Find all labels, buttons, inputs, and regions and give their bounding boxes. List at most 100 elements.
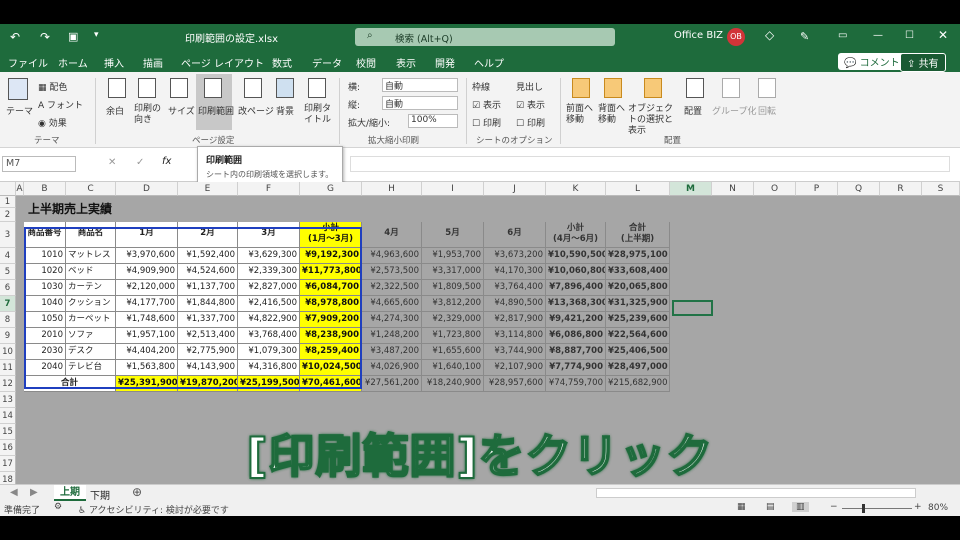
page-layout-view-icon[interactable]: ▤: [766, 502, 775, 512]
table-cell[interactable]: ¥1,655,600: [422, 344, 484, 360]
table-cell[interactable]: ¥4,665,600: [362, 296, 422, 312]
row-header-13[interactable]: 13: [0, 392, 16, 408]
column-header-f[interactable]: F: [238, 182, 300, 196]
horizontal-scrollbar[interactable]: [596, 488, 916, 498]
size-icon[interactable]: [170, 78, 188, 98]
fx-icon[interactable]: fx: [162, 156, 171, 167]
print-area-button[interactable]: 印刷範囲: [196, 74, 234, 130]
table-cell[interactable]: ¥4,963,600: [362, 248, 422, 264]
orientation-icon[interactable]: [138, 78, 156, 98]
row-header-11[interactable]: 11: [0, 360, 16, 376]
column-header-b[interactable]: B: [24, 182, 66, 196]
table-cell[interactable]: ¥4,890,500: [484, 296, 546, 312]
row-header-17[interactable]: 17: [0, 456, 16, 472]
table-cell[interactable]: ¥20,065,800: [606, 280, 670, 296]
column-header-p[interactable]: P: [796, 182, 838, 196]
save-icon[interactable]: ▣: [68, 30, 78, 43]
total-cell[interactable]: ¥74,759,700: [546, 376, 606, 392]
total-cell[interactable]: ¥18,240,900: [422, 376, 484, 392]
column-header-i[interactable]: I: [422, 182, 484, 196]
row-header-15[interactable]: 15: [0, 424, 16, 440]
orientation-label[interactable]: 印刷の向き: [134, 104, 164, 126]
gridlines-view-checkbox[interactable]: ☑ 表示: [472, 98, 501, 111]
zoom-slider[interactable]: [842, 508, 912, 509]
table-cell[interactable]: ¥2,573,500: [362, 264, 422, 280]
column-header-j[interactable]: J: [484, 182, 546, 196]
table-cell[interactable]: ¥31,325,900: [606, 296, 670, 312]
table-cell[interactable]: ¥7,774,900: [546, 360, 606, 376]
table-cell[interactable]: ¥28,497,000: [606, 360, 670, 376]
tab-formulas[interactable]: 数式: [272, 55, 292, 70]
tab-insert[interactable]: 挿入: [104, 55, 124, 70]
table-cell[interactable]: ¥9,421,200: [546, 312, 606, 328]
accessibility-status[interactable]: ♿ アクセシビリティ: 検討が必要です: [78, 503, 229, 516]
tab-help[interactable]: ヘルプ: [474, 55, 504, 70]
table-header-cell[interactable]: 4月: [362, 222, 422, 248]
send-backward-label[interactable]: 背面へ移動: [598, 104, 628, 126]
column-header-e[interactable]: E: [178, 182, 238, 196]
table-header-cell[interactable]: 合計 (上半期): [606, 222, 670, 248]
minimize-icon[interactable]: —: [873, 30, 883, 41]
theme-icon[interactable]: [8, 78, 28, 100]
row-header-2[interactable]: 2: [0, 208, 16, 222]
tab-draw[interactable]: 描画: [143, 55, 163, 70]
table-cell[interactable]: ¥1,640,100: [422, 360, 484, 376]
scroll-left-icon[interactable]: ◀: [10, 487, 18, 498]
headings-print-checkbox[interactable]: ☐ 印刷: [516, 116, 545, 129]
row-header-1[interactable]: 1: [0, 196, 16, 208]
select-all-corner[interactable]: [0, 182, 16, 196]
table-cell[interactable]: ¥25,406,500: [606, 344, 670, 360]
tab-file[interactable]: ファイル: [8, 55, 48, 70]
zoom-slider-thumb[interactable]: [862, 504, 865, 513]
tab-data[interactable]: データ: [312, 55, 342, 70]
table-header-cell[interactable]: 小計 (4月～6月): [546, 222, 606, 248]
tab-home[interactable]: ホーム: [58, 55, 88, 70]
cancel-icon[interactable]: ✕: [108, 157, 116, 168]
table-cell[interactable]: ¥4,274,300: [362, 312, 422, 328]
margins-icon[interactable]: [108, 78, 126, 98]
margins-label[interactable]: 余白: [106, 104, 124, 117]
ribbon-display-icon[interactable]: ▭: [838, 30, 847, 41]
table-cell[interactable]: ¥3,744,900: [484, 344, 546, 360]
column-header-g[interactable]: G: [300, 182, 362, 196]
column-header-s[interactable]: S: [922, 182, 960, 196]
table-cell[interactable]: ¥2,322,500: [362, 280, 422, 296]
row-header-12[interactable]: 12: [0, 376, 16, 392]
column-header-r[interactable]: R: [880, 182, 922, 196]
width-select[interactable]: 自動: [382, 78, 458, 92]
bring-forward-icon[interactable]: [572, 78, 590, 98]
table-cell[interactable]: ¥1,953,700: [422, 248, 484, 264]
zoom-in-icon[interactable]: +: [914, 502, 922, 512]
row-header-6[interactable]: 6: [0, 280, 16, 296]
table-cell[interactable]: ¥3,317,000: [422, 264, 484, 280]
table-header-cell[interactable]: 6月: [484, 222, 546, 248]
table-cell[interactable]: ¥1,809,500: [422, 280, 484, 296]
table-cell[interactable]: ¥10,590,500: [546, 248, 606, 264]
colors-button[interactable]: ▦ 配色: [38, 80, 67, 93]
row-header-18[interactable]: 18: [0, 472, 16, 484]
table-cell[interactable]: ¥7,896,400: [546, 280, 606, 296]
group-icon[interactable]: [722, 78, 740, 98]
rotate-label[interactable]: 回転: [758, 104, 776, 117]
table-header-cell[interactable]: 5月: [422, 222, 484, 248]
enter-icon[interactable]: ✓: [136, 157, 144, 168]
column-header-q[interactable]: Q: [838, 182, 880, 196]
column-header-c[interactable]: C: [66, 182, 116, 196]
background-icon[interactable]: [276, 78, 294, 98]
table-cell[interactable]: ¥33,608,400: [606, 264, 670, 280]
send-backward-icon[interactable]: [604, 78, 622, 98]
bring-forward-label[interactable]: 前面へ移動: [566, 104, 596, 126]
table-cell[interactable]: ¥3,487,200: [362, 344, 422, 360]
share-button[interactable]: ⇪ 共有: [900, 53, 946, 72]
pen-icon[interactable]: ✎: [800, 30, 809, 43]
search-box[interactable]: ⌕ 検索 (Alt+Q): [355, 28, 615, 46]
size-label[interactable]: サイズ: [168, 104, 195, 117]
table-cell[interactable]: ¥2,329,000: [422, 312, 484, 328]
column-header-h[interactable]: H: [362, 182, 422, 196]
align-label[interactable]: 配置: [684, 104, 702, 117]
row-header-5[interactable]: 5: [0, 264, 16, 280]
table-cell[interactable]: ¥22,564,600: [606, 328, 670, 344]
column-header-n[interactable]: N: [712, 182, 754, 196]
sheet-tab-first[interactable]: 上期: [54, 485, 86, 501]
sheet-tab-second[interactable]: 下期: [90, 487, 110, 502]
